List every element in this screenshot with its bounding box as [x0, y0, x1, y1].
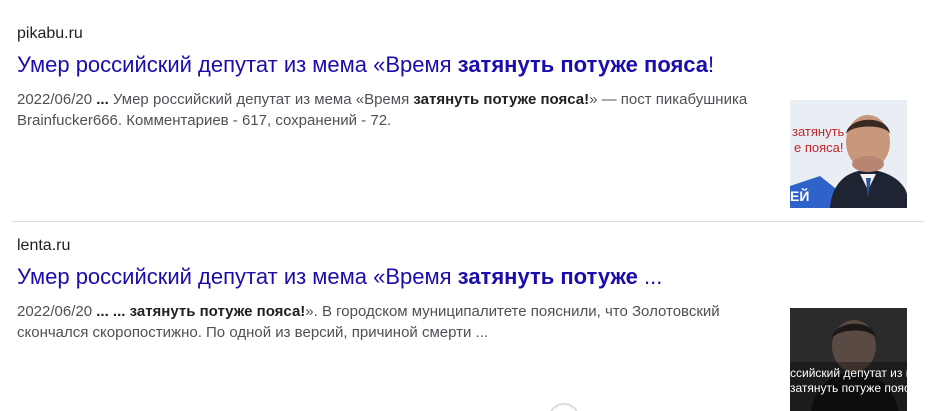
snippet-highlight: затянуть потуже пояса!	[413, 91, 590, 108]
thumbnail-caption: затянуть потуже пояса	[790, 381, 907, 395]
thumbnail-caption: е пояса!	[794, 140, 844, 155]
result-title-link[interactable]: Умер российский депутат из мема «Время з…	[17, 262, 907, 292]
result-thumbnail[interactable]: ссийский депутат из м затянуть потуже по…	[790, 302, 907, 411]
result-date: 2022/06/20	[17, 303, 93, 320]
result-snippet: 2022/06/20 ... ... затянуть потуже пояса…	[17, 301, 777, 343]
thumbnail-caption: затянуть	[792, 124, 845, 139]
snippet-text: Умер российский депутат из мема «Время	[112, 91, 414, 108]
result-snippet: 2022/06/20 ... Умер российский депутат и…	[17, 89, 777, 131]
result-date: 2022/06/20	[17, 91, 93, 108]
snippet-ellipsis: ... ...	[92, 303, 130, 320]
thumbnail-caption: ссийский депутат из м	[790, 366, 907, 380]
search-result: pikabu.ru Умер российский депутат из мем…	[17, 22, 907, 212]
title-text-end: !	[708, 52, 715, 77]
result-site-url[interactable]: pikabu.ru	[17, 22, 907, 46]
thumbnail-caption: ЕЙ	[790, 188, 810, 204]
result-title-link[interactable]: Умер российский депутат из мема «Время з…	[17, 50, 907, 80]
title-highlight: затянуть потуже пояса	[457, 52, 709, 77]
title-text-end: ...	[637, 264, 663, 289]
snippet-highlight: затянуть потуже пояса!	[129, 303, 306, 320]
title-text: Умер российский депутат из мема «Время	[17, 52, 458, 77]
result-site-url[interactable]: lenta.ru	[17, 234, 907, 258]
title-highlight: затянуть потуже	[457, 264, 638, 289]
result-thumbnail[interactable]: затянуть е пояса! ЕЙ	[790, 90, 907, 208]
title-text: Умер российский депутат из мема «Время	[17, 264, 458, 289]
result-divider	[12, 221, 924, 222]
snippet-ellipsis: ...	[92, 91, 113, 108]
search-result: lenta.ru Умер российский депутат из мема…	[17, 234, 907, 411]
